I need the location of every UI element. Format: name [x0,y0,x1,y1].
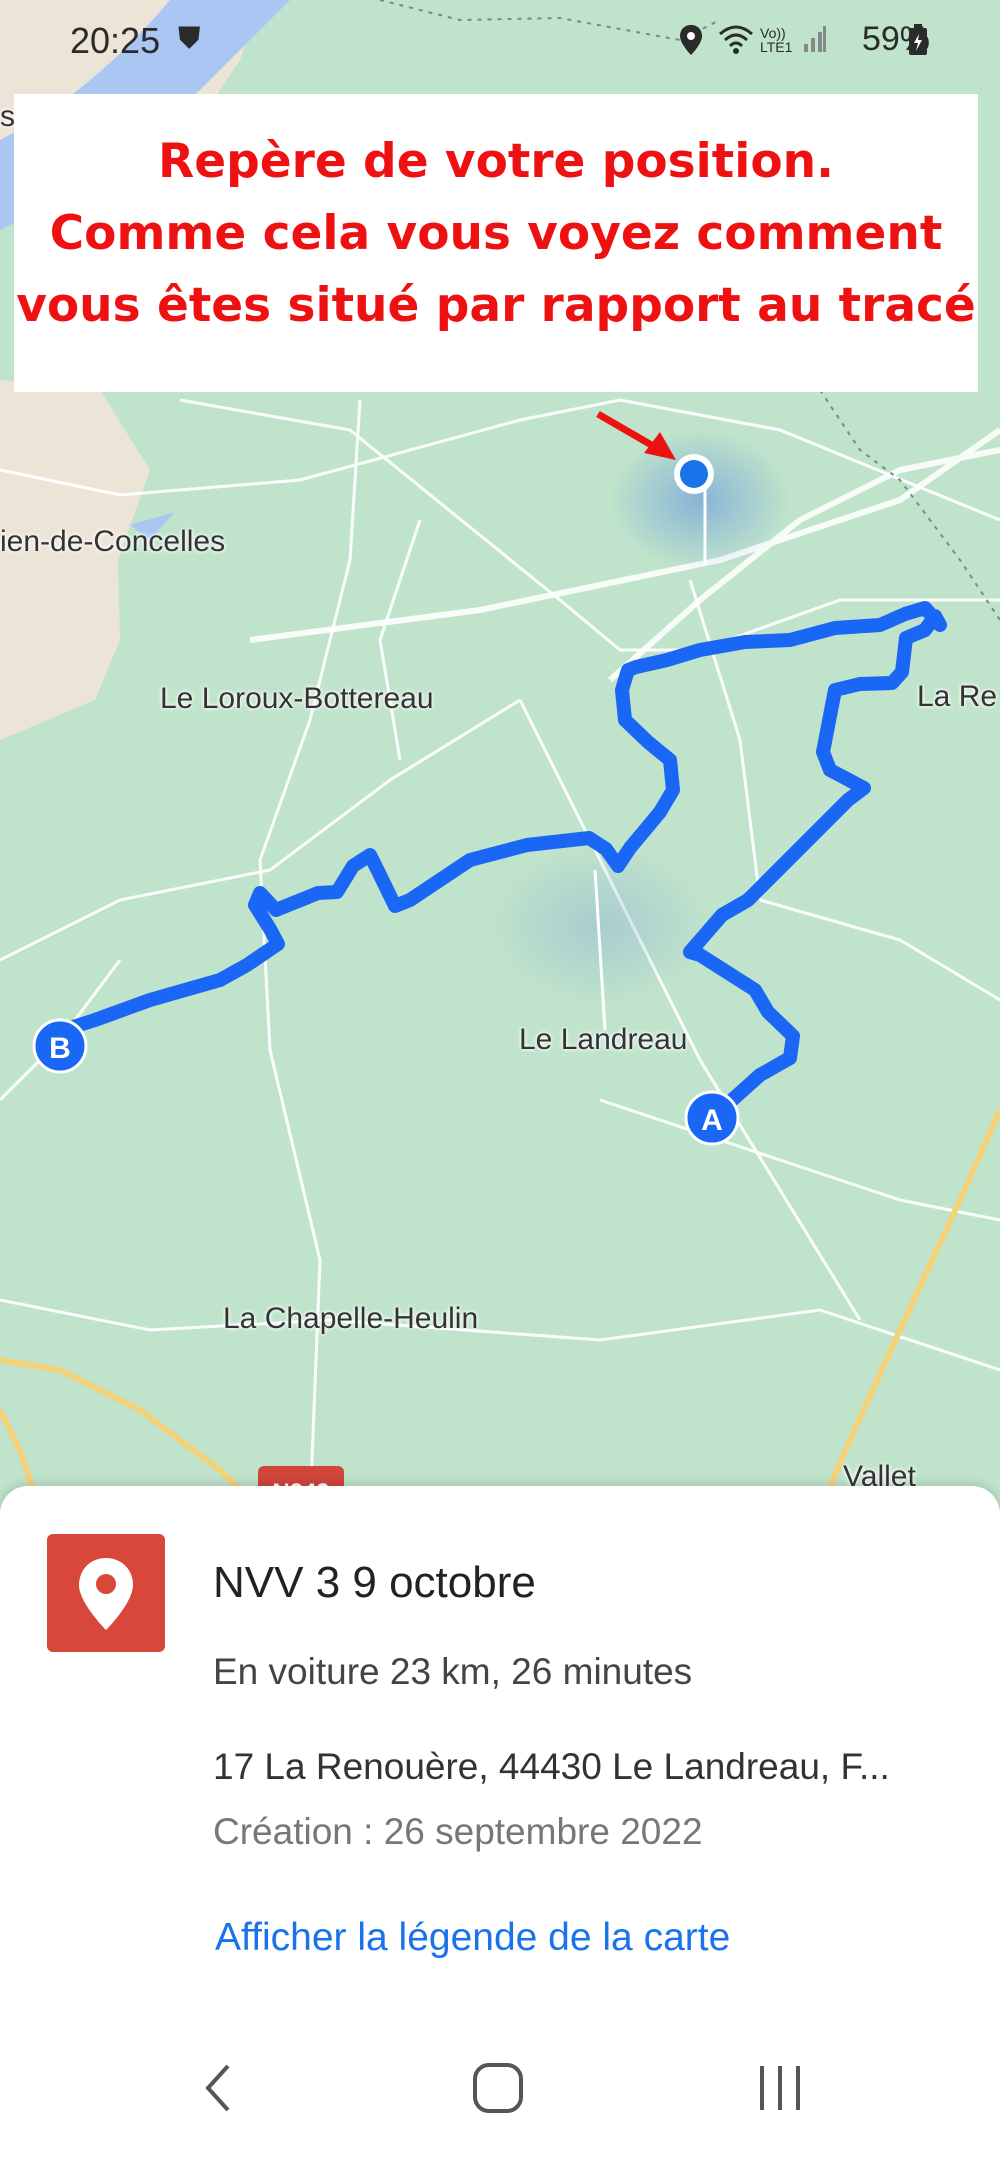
place-label-la-chapelle-heulin: La Chapelle-Heulin [223,1302,479,1335]
svg-text:A: A [701,1104,723,1137]
map-title: NVV 3 9 octobre [213,1558,536,1607]
place-label-le-landreau: Le Landreau [519,1023,688,1056]
start-marker-a[interactable]: A [684,1090,740,1146]
volte-icon: Vo)) LTE1 [760,25,793,55]
place-label-la-re: La Re [917,680,998,713]
map-pin-icon [47,1534,165,1652]
place-label-loroux-bottereau: Le Loroux-Bottereau [160,682,434,715]
show-legend-link[interactable]: Afficher la légende de la carte [215,1916,730,1960]
annotation-line-1: Repère de votre position. [158,134,834,189]
back-icon[interactable] [200,2062,236,2119]
location-accuracy-halo [610,430,790,570]
route-summary: En voiture 23 km, 26 minutes [213,1651,693,1692]
location-icon [678,24,704,63]
svg-text:B: B [49,1032,71,1065]
status-time: 20:25 [70,20,161,61]
battery-icon [908,24,928,63]
signal-icon [803,24,827,61]
place-label-concelles: ien-de-Concelles [0,525,226,558]
annotation-line-2: Comme cela vous voyez comment [49,206,943,261]
map-address: 17 La Renouère, 44430 Le Landreau, F... [213,1746,890,1787]
annotation-line-3: vous êtes situé par rapport au tracé [16,278,976,333]
home-icon[interactable] [472,2062,524,2119]
shield-icon: ⛊ [178,22,201,55]
place-label-edge: s [0,100,15,133]
annotation-box: Repère de votre position. Comme cela vou… [14,94,978,392]
end-marker-b[interactable]: B [32,1018,88,1074]
wifi-icon [718,24,754,61]
recents-icon[interactable] [758,2062,802,2119]
status-bar: 20:25 ⛊ Vo)) LTE1 59% [0,0,1000,84]
creation-date: Création : 26 septembre 2022 [213,1811,703,1852]
